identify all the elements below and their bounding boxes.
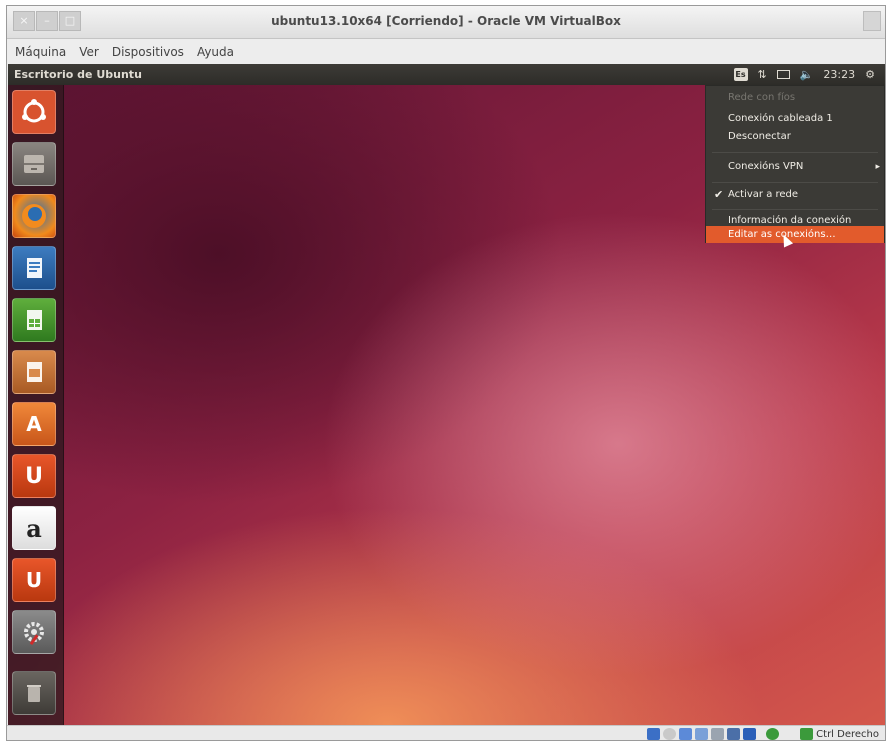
menu-separator	[712, 209, 878, 210]
launcher-system-settings[interactable]	[12, 610, 56, 654]
gear-icon[interactable]: ⚙	[865, 68, 875, 81]
menu-separator	[712, 182, 878, 183]
launcher-ubuntu-dash[interactable]	[12, 90, 56, 134]
network-menu-header: Rede con fíos	[728, 92, 796, 103]
ubuntu-one-music-icon: U	[25, 568, 43, 592]
launcher-amazon[interactable]: a	[12, 506, 56, 550]
menu-separator	[712, 152, 878, 153]
network-menu: Rede con fíos Conexión cableada 1 Descon…	[705, 85, 885, 243]
vbox-statusbar: Ctrl Derecho	[7, 725, 885, 740]
mouse-integration-icon[interactable]	[766, 728, 779, 740]
ubuntu-top-panel: Escritorio de Ubuntu Es ⇅ 🔈 23:23 ⚙	[8, 64, 885, 85]
menu-dispositivos[interactable]: Dispositivos	[112, 45, 184, 59]
launcher-files[interactable]	[12, 142, 56, 186]
menu-item-vpn-connections[interactable]: Conexións VPN ▸	[706, 157, 884, 177]
menu-item-wired-connection[interactable]: Conexión cableada 1	[706, 109, 884, 129]
keyboard-indicator[interactable]: Es	[733, 68, 748, 81]
submenu-arrow-icon: ▸	[875, 162, 880, 172]
launcher-software-center[interactable]: A	[12, 402, 56, 446]
software-center-icon: A	[26, 412, 42, 436]
window-titlebar[interactable]: × – □ ubuntu13.10x64 [Corriendo] - Oracl…	[7, 6, 885, 39]
shared-folders-icon[interactable]	[695, 728, 708, 740]
calc-spreadsheet-icon	[13, 299, 55, 341]
panel-title: Escritorio de Ubuntu	[14, 68, 142, 81]
launcher-libreoffice-impress[interactable]	[12, 350, 56, 394]
firefox-icon	[13, 195, 55, 237]
hard-disk-icon[interactable]	[647, 728, 660, 740]
menu-item-edit-connections[interactable]: Editar as conexións…	[706, 226, 884, 243]
menu-ver[interactable]: Ver	[79, 45, 99, 59]
clock[interactable]: 23:23	[823, 68, 855, 81]
usb-icon[interactable]	[679, 728, 692, 740]
launcher-ubuntu-one[interactable]: U	[12, 454, 56, 498]
launcher-ubuntu-one-music[interactable]: U	[12, 558, 56, 602]
checkmark-icon: ✔	[714, 188, 724, 201]
menu-ayuda[interactable]: Ayuda	[197, 45, 234, 59]
launcher-libreoffice-calc[interactable]	[12, 298, 56, 342]
guest-desktop[interactable]: Escritorio de Ubuntu Es ⇅ 🔈 23:23 ⚙ A U …	[8, 64, 885, 725]
network-indicator-icon[interactable]: ⇅	[758, 68, 767, 81]
file-cabinet-icon	[13, 143, 55, 185]
ubuntu-one-icon: U	[25, 463, 43, 489]
virtualbox-window: × – □ ubuntu13.10x64 [Corriendo] - Oracl…	[6, 5, 886, 741]
impress-presentation-icon	[13, 351, 55, 393]
host-key-label: Ctrl Derecho	[816, 728, 879, 740]
vpn-connections-label: Conexións VPN	[728, 161, 804, 172]
amazon-icon: a	[26, 513, 42, 543]
menu-maquina[interactable]: Máquina	[15, 45, 66, 59]
host-key-arrow-icon	[800, 728, 814, 740]
volume-indicator-icon[interactable]: 🔈	[800, 68, 814, 81]
window-title: ubuntu13.10x64 [Corriendo] - Oracle VM V…	[271, 14, 621, 28]
enable-networking-label: Activar a rede	[728, 189, 799, 200]
video-capture-icon[interactable]	[743, 728, 756, 740]
optical-drive-icon[interactable]	[663, 728, 676, 740]
ubuntu-logo-icon	[13, 91, 55, 133]
launcher-libreoffice-writer[interactable]	[12, 246, 56, 290]
mail-indicator-icon[interactable]	[776, 70, 790, 79]
unity-launcher: A U a U	[8, 85, 64, 725]
display-icon[interactable]	[727, 728, 740, 740]
device-status-icons	[644, 728, 779, 740]
launcher-trash[interactable]	[12, 671, 56, 715]
network-adapter-icon[interactable]	[711, 728, 724, 740]
trash-icon	[13, 672, 55, 714]
writer-document-icon	[13, 247, 55, 289]
panel-indicators: Es ⇅ 🔈 23:23 ⚙	[733, 64, 886, 85]
menu-item-enable-networking[interactable]: ✔ Activar a rede	[706, 185, 884, 205]
host-key-indicator[interactable]: Ctrl Derecho	[800, 728, 879, 740]
launcher-firefox[interactable]	[12, 194, 56, 238]
vbox-menubar: Máquina Ver Dispositivos Ayuda	[7, 39, 885, 64]
settings-gear-icon	[13, 611, 55, 653]
menu-item-disconnect[interactable]: Desconectar	[706, 127, 884, 147]
window-extra-button[interactable]	[863, 11, 881, 31]
